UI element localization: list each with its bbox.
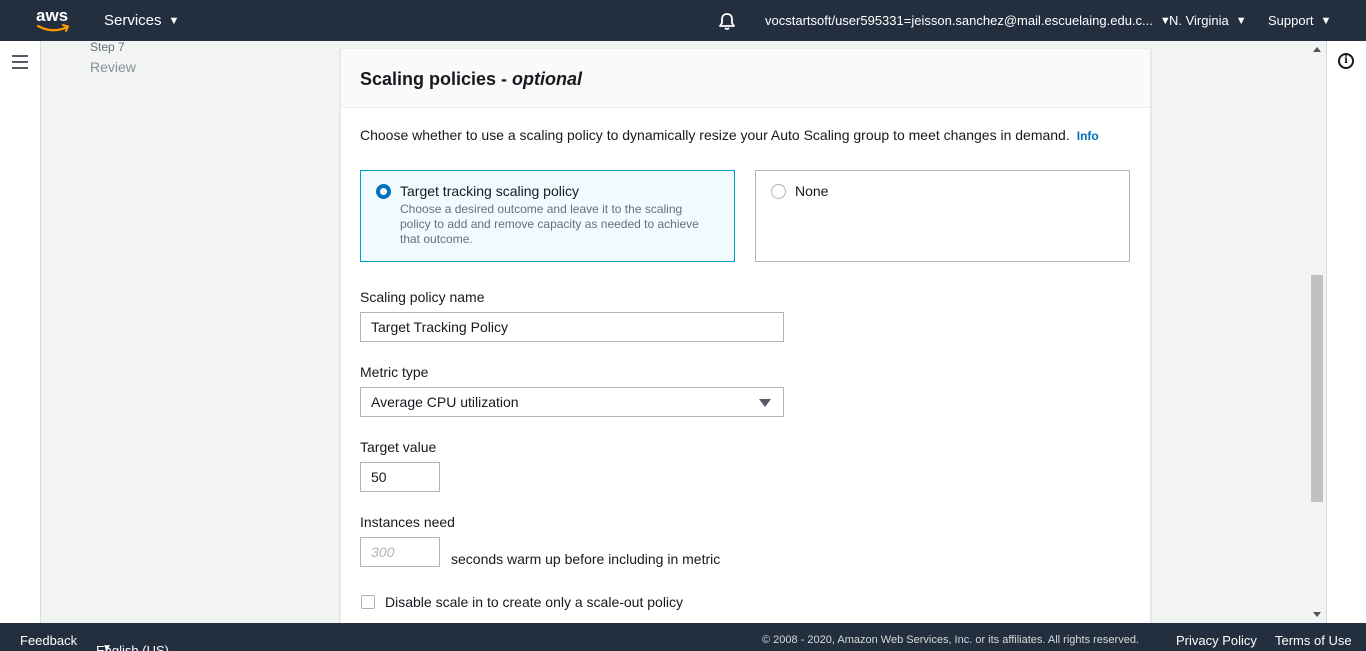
support-menu[interactable]: Support ▼ bbox=[1268, 0, 1331, 41]
target-tracking-option[interactable]: Target tracking scaling policy Choose a … bbox=[360, 170, 735, 262]
instances-need-label: Instances need bbox=[360, 514, 455, 530]
checkbox-icon[interactable] bbox=[361, 595, 375, 609]
panel-description: Choose whether to use a scaling policy t… bbox=[360, 127, 1099, 143]
caret-down-icon: ▼ bbox=[102, 643, 112, 651]
copyright-text: © 2008 - 2020, Amazon Web Services, Inc.… bbox=[762, 634, 1139, 646]
warmup-suffix: seconds warm up before including in metr… bbox=[451, 551, 721, 567]
scaling-policies-panel: Scaling policies - optional Choose wheth… bbox=[340, 48, 1151, 628]
feedback-link[interactable]: Feedback bbox=[20, 633, 77, 648]
metric-type-select[interactable]: Average CPU utilization bbox=[360, 387, 784, 417]
top-navigation-bar: aws Services ▼ vocstartsoft/user595331=je… bbox=[0, 0, 1366, 41]
caret-down-icon: ▼ bbox=[168, 15, 180, 27]
option-description: Choose a desired outcome and leave it to… bbox=[400, 202, 699, 246]
radio-icon[interactable] bbox=[376, 184, 391, 199]
bell-icon[interactable] bbox=[717, 11, 737, 31]
footer: Feedback English (US) ▼ © 2008 - 2020, Am… bbox=[0, 623, 1366, 651]
panel-header: Scaling policies - optional bbox=[341, 49, 1150, 108]
info-icon[interactable]: i bbox=[1338, 53, 1354, 69]
services-menu[interactable]: Services ▼ bbox=[104, 0, 179, 41]
metric-type-label: Metric type bbox=[360, 364, 429, 380]
terms-of-use-link[interactable]: Terms of Use bbox=[1275, 633, 1352, 648]
caret-down-icon bbox=[759, 399, 771, 407]
panel-title-optional: optional bbox=[512, 69, 583, 89]
panel-title: Scaling policies - optional bbox=[360, 69, 1131, 90]
scroll-down-icon[interactable] bbox=[1313, 612, 1321, 617]
disable-scale-in-label[interactable]: Disable scale in to create only a scale-… bbox=[385, 594, 683, 610]
target-value-label: Target value bbox=[360, 439, 437, 455]
step-number: Step 7 bbox=[90, 40, 125, 54]
none-option[interactable]: None bbox=[755, 170, 1130, 262]
page-scrollbar[interactable] bbox=[1309, 41, 1326, 623]
aws-logo-icon[interactable]: aws bbox=[36, 6, 72, 34]
caret-down-icon: ▼ bbox=[1235, 15, 1247, 27]
support-label: Support bbox=[1268, 13, 1314, 28]
services-label: Services bbox=[104, 12, 162, 29]
metric-type-value: Average CPU utilization bbox=[371, 394, 519, 410]
target-value-input[interactable]: 50 bbox=[360, 462, 440, 492]
description-text: Choose whether to use a scaling policy t… bbox=[360, 127, 1070, 143]
step-review-link[interactable]: Review bbox=[90, 59, 136, 75]
option-title: None bbox=[795, 183, 829, 199]
policy-name-input[interactable]: Target Tracking Policy bbox=[360, 312, 784, 342]
policy-name-label: Scaling policy name bbox=[360, 289, 485, 305]
hamburger-icon[interactable] bbox=[12, 55, 28, 69]
account-menu[interactable]: vocstartsoft/user595331=jeisson.sanchez@… bbox=[765, 0, 1171, 41]
region-menu[interactable]: N. Virginia ▼ bbox=[1169, 0, 1247, 41]
scroll-thumb[interactable] bbox=[1311, 275, 1323, 502]
right-rail: i bbox=[1326, 41, 1366, 623]
left-rail bbox=[0, 41, 41, 623]
region-label: N. Virginia bbox=[1169, 13, 1229, 28]
option-title: Target tracking scaling policy bbox=[400, 183, 579, 199]
account-label: vocstartsoft/user595331=jeisson.sanchez@… bbox=[765, 13, 1153, 28]
panel-title-text: Scaling policies - bbox=[360, 69, 513, 89]
warmup-input[interactable]: 300 bbox=[360, 537, 440, 567]
aws-smile-icon bbox=[37, 24, 70, 32]
info-link[interactable]: Info bbox=[1077, 129, 1099, 143]
caret-down-icon: ▼ bbox=[1320, 15, 1332, 27]
privacy-policy-link[interactable]: Privacy Policy bbox=[1176, 633, 1257, 648]
aws-logo-text: aws bbox=[36, 6, 69, 25]
radio-icon[interactable] bbox=[771, 184, 786, 199]
scroll-up-icon[interactable] bbox=[1313, 47, 1321, 52]
